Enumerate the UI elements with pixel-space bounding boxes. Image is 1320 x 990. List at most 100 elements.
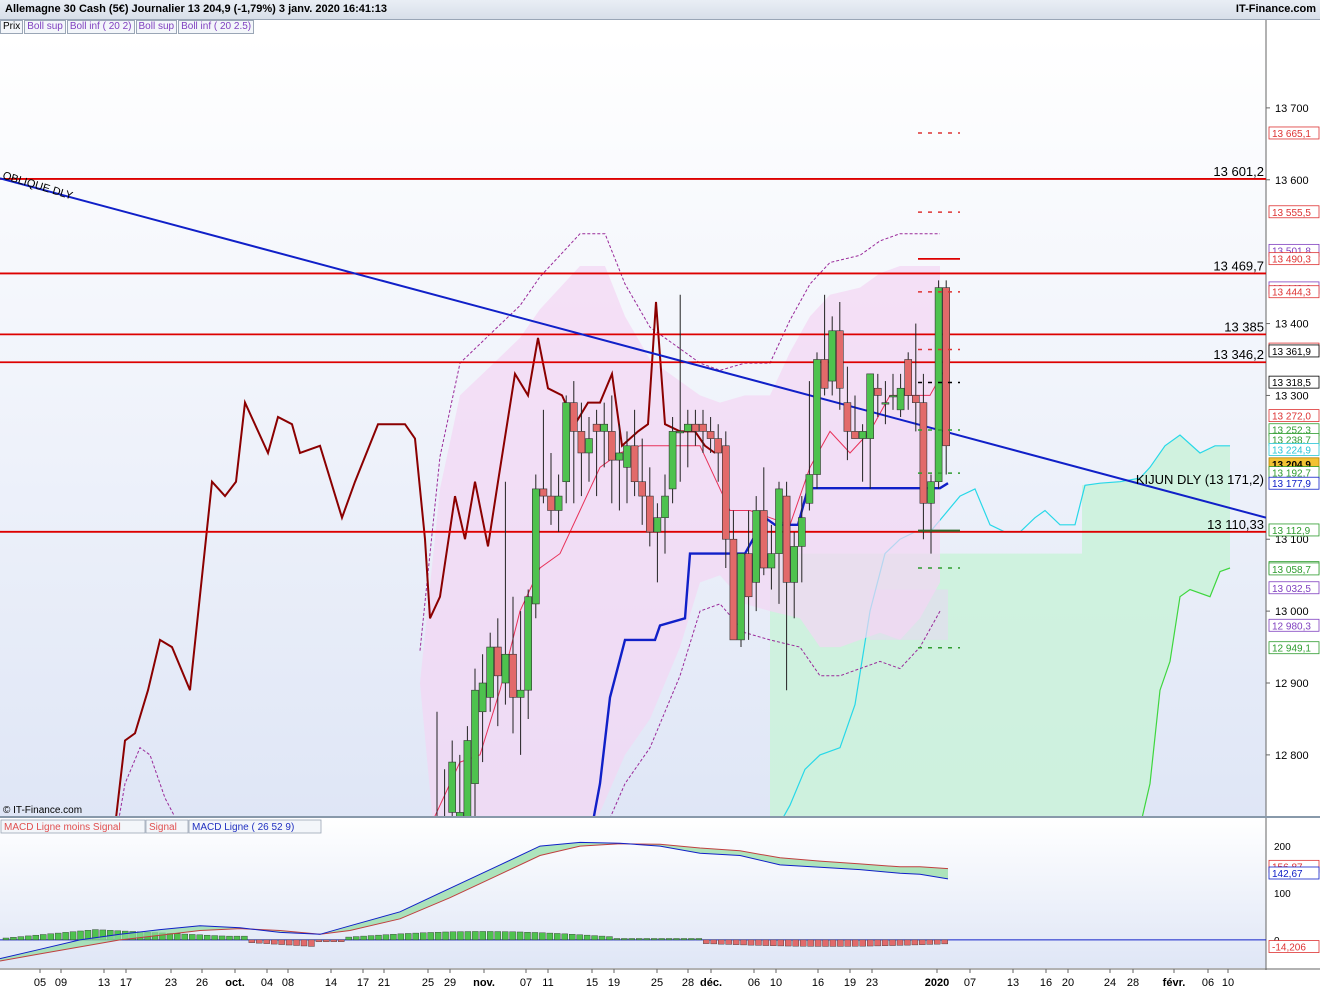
legend-item-boll-sup-2[interactable]: Boll sup [135, 20, 178, 34]
candle-body-down [706, 431, 715, 439]
macd-tick-label-0: 200 [1274, 842, 1291, 853]
candle-body-up [486, 646, 495, 698]
candle-body-up [881, 402, 890, 405]
candle-body-up [478, 682, 487, 713]
candle-body-up [775, 488, 783, 554]
candle-body-up [463, 740, 472, 816]
macd-bar [874, 939, 881, 947]
macd-bar [196, 934, 203, 941]
legend-item-price[interactable]: Prix [0, 20, 24, 34]
legend-item-boll-inf-2[interactable]: Boll inf ( 20 2.5) [178, 20, 255, 34]
macd-bar [47, 933, 54, 941]
candle-body-up [790, 546, 799, 583]
candle-body-down [714, 438, 723, 454]
macd-bar [859, 939, 866, 947]
candle-body-up [554, 495, 563, 511]
macd-bar [487, 931, 494, 941]
brand-link[interactable]: IT-Finance.com [1236, 3, 1316, 15]
macd-bar [554, 933, 561, 941]
candle-body-down [607, 431, 616, 461]
right-label-0: 13 665,1 [1272, 129, 1311, 140]
time-tick-label-9: 14 [325, 977, 337, 989]
time-tick-label-10: 17 [357, 977, 369, 989]
macd-bar [911, 939, 919, 946]
macd-bar [650, 938, 658, 941]
price-chart-svg[interactable]: 13 601,213 469,713 38513 346,213 110,33O… [0, 0, 1320, 990]
candle-body-up [889, 395, 897, 398]
candle-body-down [782, 495, 791, 583]
candle-body-down [577, 431, 586, 454]
price-tick-label-6: 12 900 [1275, 678, 1309, 690]
macd-bar [658, 938, 665, 941]
time-tick-label-16: 11 [542, 977, 553, 989]
macd-bar [2, 937, 10, 941]
macd-bar [747, 939, 755, 946]
candle [531, 474, 540, 619]
right-label-3: 13 490,3 [1272, 255, 1311, 266]
macd-bar [844, 939, 852, 947]
macd-bar [464, 931, 472, 941]
macd-bar [688, 938, 695, 941]
macd-legend-item-0: MACD Ligne moins Signal [4, 822, 121, 833]
macd-bar [829, 939, 837, 947]
right-label-8: 13 318,5 [1272, 378, 1311, 389]
macd-bar [792, 939, 799, 947]
candle-body-down [729, 538, 738, 641]
candle-body-down [539, 488, 548, 497]
macd-bar [606, 936, 613, 941]
macd-bar [755, 939, 762, 946]
macd-bar [926, 939, 933, 945]
macd-bar [308, 939, 315, 947]
right-label-20: 12 980,3 [1272, 621, 1311, 632]
macd-bar [174, 933, 181, 941]
macd-bar [643, 938, 650, 941]
macd-bar [382, 934, 390, 941]
candle-body-down [645, 495, 654, 533]
macd-bar [32, 934, 39, 941]
candle-body-up [562, 402, 571, 483]
indicator-legend: Prix Boll sup Boll inf ( 20 2) Boll sup … [0, 20, 255, 34]
macd-bar [449, 931, 457, 941]
macd-bar [680, 938, 688, 941]
macd-bar [226, 935, 233, 941]
candle-body-up [828, 330, 837, 382]
candle-body-up [858, 431, 867, 439]
chart-title: Allemagne 30 Cash (5€) Journalier 13 204… [5, 3, 387, 15]
time-tick-label-3: 17 [120, 977, 132, 989]
candle-body-up [683, 423, 692, 432]
macd-bar [740, 939, 747, 946]
macd-bar [881, 939, 889, 946]
time-tick-label-31: 20 [1062, 977, 1074, 989]
price-tick-label-1: 13 600 [1275, 175, 1309, 187]
legend-item-boll-inf-1[interactable]: Boll inf ( 20 2) [66, 20, 135, 34]
time-tick-label-0: 05 [34, 977, 46, 989]
macd-bar [762, 939, 770, 946]
macd-bar [233, 935, 241, 941]
macd-bar [613, 938, 621, 941]
time-tick-label-8: 08 [282, 977, 294, 989]
macd-bar [62, 932, 69, 941]
candle-body-down [592, 423, 601, 432]
macd-bar [531, 932, 539, 941]
price-tick-label-3: 13 300 [1275, 390, 1309, 402]
macd-bar [211, 935, 218, 941]
macd-bar [360, 935, 367, 941]
macd-bar [494, 931, 501, 941]
macd-bar [285, 939, 293, 946]
macd-bar [501, 931, 509, 941]
time-tick-label-15: 07 [520, 977, 532, 989]
macd-bar [598, 935, 606, 941]
candle-body-up [797, 517, 806, 547]
resistance-label-1: 13 469,7 [1213, 258, 1264, 273]
macd-bar [904, 939, 911, 946]
time-tick-label-2: 13 [98, 977, 110, 989]
macd-bar [852, 939, 859, 947]
macd-bar [315, 939, 323, 942]
macd-bar [785, 939, 792, 947]
candle-body-up [813, 359, 821, 475]
macd-bar [390, 934, 397, 941]
time-tick-label-4: 23 [165, 977, 177, 989]
candle-body-down [691, 423, 700, 432]
legend-item-boll-sup-1[interactable]: Boll sup [24, 20, 66, 34]
macd-bar [397, 933, 405, 941]
